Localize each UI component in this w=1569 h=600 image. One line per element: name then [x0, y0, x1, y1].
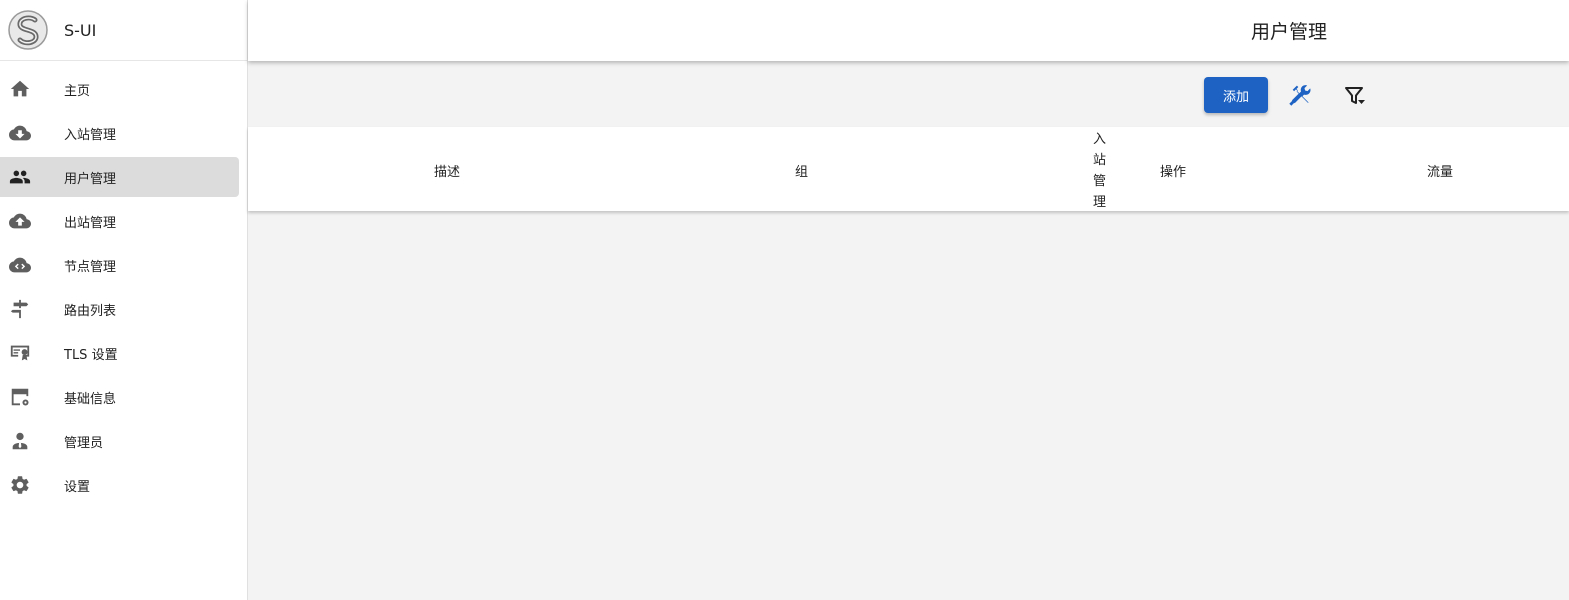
app-header: 用户管理 — [248, 0, 1569, 61]
table-header: 描述 组 入站管理 操作 流量 — [248, 127, 1569, 211]
sidebar-item-routes[interactable]: 路由列表 — [0, 289, 239, 329]
sidebar-item-inbounds[interactable]: 入站管理 — [0, 113, 239, 153]
sidebar: S-UI 主页 入站管理 用户管理 出站管理 节点管理 路由列表 TLS 设置 … — [0, 0, 248, 600]
sidebar-item-label: 管理员 — [64, 435, 104, 451]
sidebar-item-basics[interactable]: 基础信息 — [0, 377, 239, 417]
sidebar-item-label: 主页 — [64, 83, 91, 99]
sidebar-item-label: TLS 设置 — [64, 347, 118, 363]
cloud-code-icon — [9, 254, 31, 276]
calendar-settings-icon — [9, 386, 31, 408]
users-icon — [9, 166, 31, 188]
sidebar-item-users[interactable]: 用户管理 — [0, 157, 239, 197]
cloud-download-icon — [9, 122, 31, 144]
sidebar-item-settings[interactable]: 设置 — [0, 465, 239, 505]
sidebar-item-admins[interactable]: 管理员 — [0, 421, 239, 461]
main-content: 用户管理 添加 描述 组 入站管理 操作 流量 — [248, 0, 1569, 600]
s-ui-logo-icon — [8, 10, 48, 50]
filter-dropdown-icon[interactable] — [1342, 83, 1368, 109]
admin-user-icon — [9, 430, 31, 452]
gear-icon — [9, 474, 31, 496]
certificate-icon — [9, 342, 31, 364]
sidebar-item-tls[interactable]: TLS 设置 — [0, 333, 239, 373]
sidebar-item-endpoints[interactable]: 节点管理 — [0, 245, 239, 285]
sidebar-item-label: 用户管理 — [64, 171, 117, 187]
toolbar: 添加 — [248, 61, 1569, 127]
app-name: S-UI — [64, 20, 97, 40]
column-header-group[interactable]: 组 — [795, 161, 808, 180]
sidebar-item-label: 节点管理 — [64, 259, 117, 275]
home-icon — [9, 78, 31, 100]
sidebar-item-label: 入站管理 — [64, 127, 117, 143]
cloud-upload-icon — [9, 210, 31, 232]
app-root: S-UI 主页 入站管理 用户管理 出站管理 节点管理 路由列表 TLS 设置 … — [0, 0, 1569, 600]
column-header-inbounds[interactable]: 入站管理 — [1093, 129, 1107, 213]
column-header-traffic[interactable]: 流量 — [1427, 161, 1453, 180]
sidebar-item-outbounds[interactable]: 出站管理 — [0, 201, 239, 241]
wrench-screwdriver-icon[interactable] — [1286, 83, 1312, 109]
sidebar-item-home[interactable]: 主页 — [0, 69, 239, 109]
add-button[interactable]: 添加 — [1204, 77, 1268, 113]
page-title: 用户管理 — [1251, 21, 1328, 43]
sidebar-item-label: 设置 — [64, 479, 91, 495]
brand[interactable]: S-UI — [0, 0, 247, 61]
sidebar-item-label: 出站管理 — [64, 215, 117, 231]
column-header-actions[interactable]: 操作 — [1160, 161, 1186, 180]
sidebar-item-label: 基础信息 — [64, 391, 117, 407]
signpost-icon — [9, 298, 31, 320]
sidebar-nav: 主页 入站管理 用户管理 出站管理 节点管理 路由列表 TLS 设置 基础信息 … — [0, 61, 247, 505]
sidebar-item-label: 路由列表 — [64, 303, 117, 319]
column-header-description[interactable]: 描述 — [434, 161, 460, 180]
